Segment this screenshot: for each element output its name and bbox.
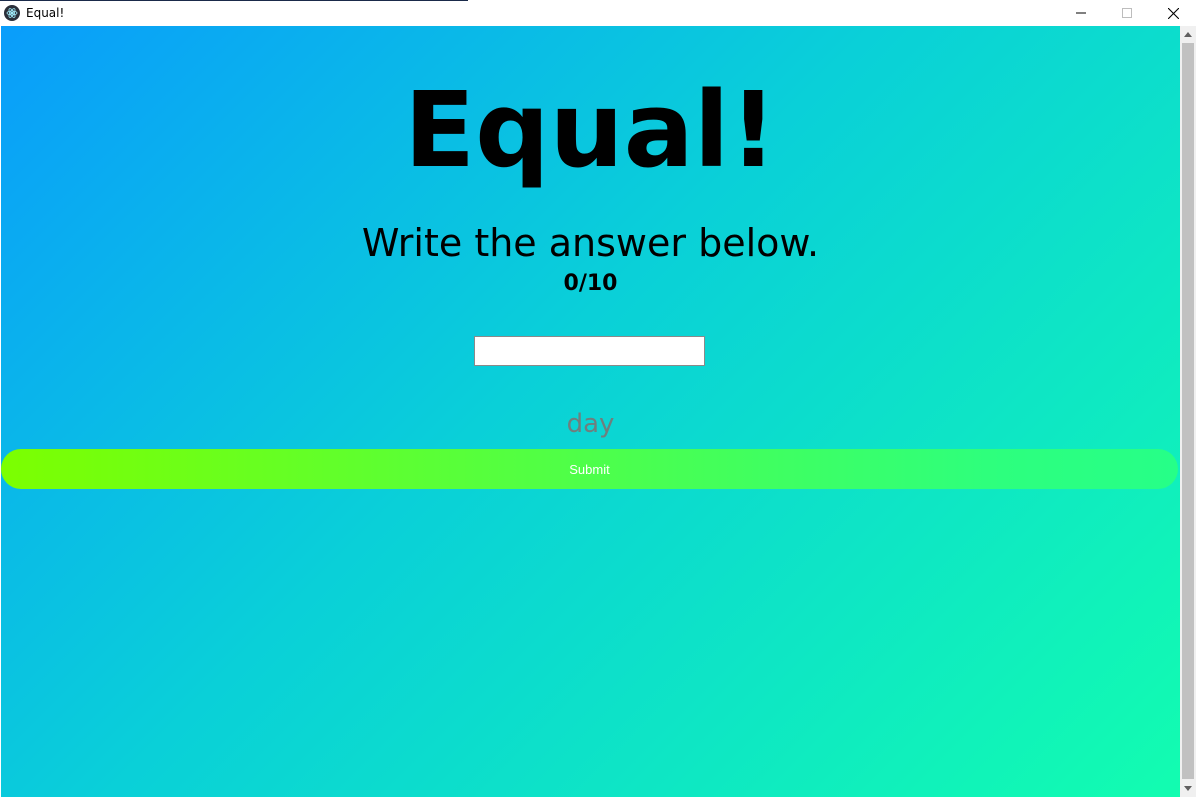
- window-controls: [1058, 0, 1196, 26]
- instruction-text: Write the answer below.: [361, 221, 820, 265]
- answer-input[interactable]: [474, 336, 705, 366]
- scroll-down-button[interactable]: [1180, 780, 1196, 797]
- game-area: Equal! Write the answer below. 0/10 day …: [1, 26, 1180, 797]
- prompt-word: day: [566, 409, 615, 439]
- game-title: Equal!: [404, 69, 777, 191]
- score-counter: 0/10: [563, 271, 618, 296]
- maximize-button[interactable]: [1104, 0, 1150, 26]
- minimize-button[interactable]: [1058, 0, 1104, 26]
- title-bar[interactable]: Equal!: [0, 0, 1196, 26]
- chevron-down-icon: [1184, 786, 1192, 791]
- chevron-up-icon: [1184, 32, 1192, 37]
- title-bar-accent: [0, 0, 468, 1]
- submit-button[interactable]: Submit: [1, 449, 1178, 489]
- maximize-icon: [1122, 8, 1132, 18]
- app-window: Equal! Equal! Write the answer below. 0/…: [0, 0, 1196, 798]
- scrollbar-thumb[interactable]: [1182, 43, 1194, 779]
- scroll-up-button[interactable]: [1180, 26, 1196, 43]
- window-title: Equal!: [26, 6, 65, 20]
- close-icon: [1167, 7, 1179, 19]
- vertical-scrollbar[interactable]: [1180, 26, 1196, 797]
- minimize-icon: [1076, 12, 1086, 14]
- electron-icon: [4, 5, 20, 21]
- close-button[interactable]: [1150, 0, 1196, 26]
